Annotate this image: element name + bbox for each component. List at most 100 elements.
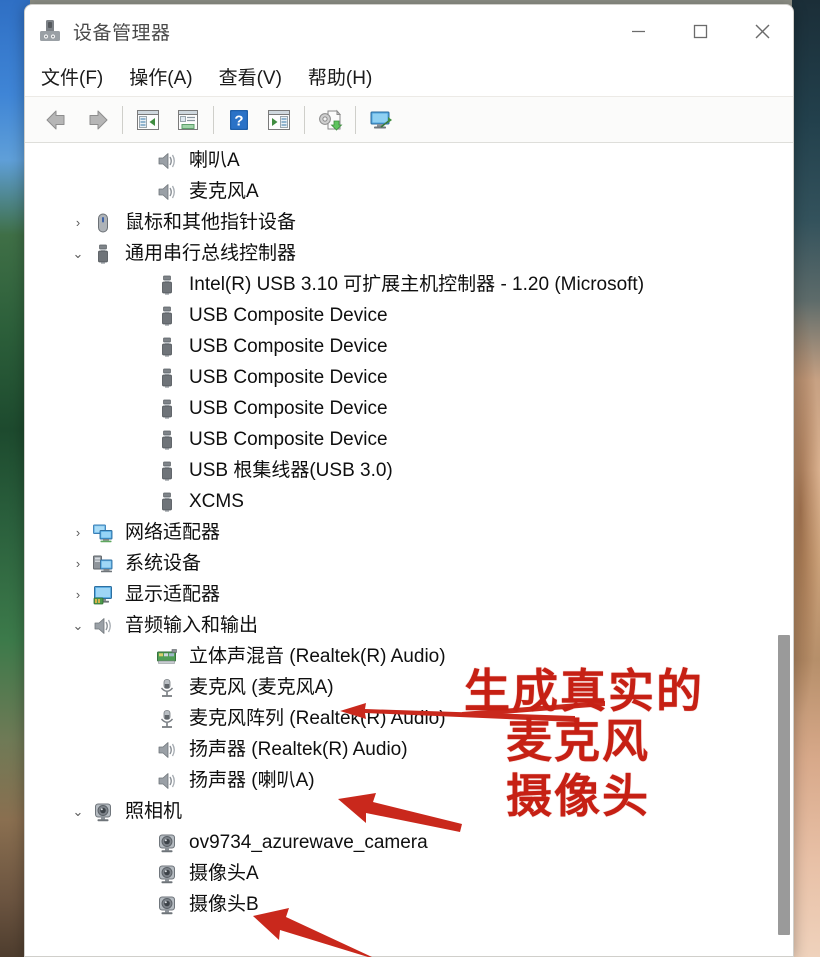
forward-arrow-icon[interactable]	[77, 101, 117, 139]
chevron-right-icon[interactable]: ›	[65, 556, 91, 571]
usb-icon	[155, 459, 179, 483]
tree-row-label: 通用串行总线控制器	[125, 243, 297, 264]
tree-row[interactable]: ⌄ 通用串行总线控制器	[25, 238, 775, 269]
tree-row[interactable]: 立体声混音 (Realtek(R) Audio)	[25, 641, 775, 672]
menu-file[interactable]: 文件(F)	[41, 61, 116, 92]
menu-action[interactable]: 操作(A)	[129, 61, 205, 92]
usb-icon	[155, 428, 179, 452]
usb-icon	[155, 490, 179, 514]
tree-row[interactable]: XCMS	[25, 486, 775, 517]
show-hide-console-tree-icon[interactable]	[128, 101, 168, 139]
chevron-down-icon[interactable]: ⌄	[65, 804, 91, 820]
help-icon[interactable]: ?	[219, 101, 259, 139]
mouse-icon	[91, 211, 115, 235]
tree-row[interactable]: ⌄ 音频输入和输出	[25, 610, 775, 641]
close-button[interactable]	[731, 5, 793, 57]
chevron-right-icon[interactable]: ›	[65, 215, 91, 230]
display-adapter-icon	[91, 583, 115, 607]
tree-row-label: 立体声混音 (Realtek(R) Audio)	[189, 646, 446, 667]
toolbar: ?	[25, 97, 793, 143]
tree-row-label: 麦克风A	[189, 181, 259, 202]
microphone-icon	[155, 707, 179, 731]
desktop: 设备管理器 文件(F) 操作(A) 查看(V) 帮助(H) ? 喇叭A 麦克风A…	[0, 0, 820, 957]
speaker-icon	[155, 180, 179, 204]
usb-icon	[155, 397, 179, 421]
tree-row-label: 摄像头B	[189, 894, 259, 915]
show-hide-action-pane-icon[interactable]	[259, 101, 299, 139]
tree-row[interactable]: 麦克风A	[25, 176, 775, 207]
camera-icon	[91, 800, 115, 824]
toolbar-separator	[213, 105, 214, 134]
tree-row[interactable]: 麦克风 (麦克风A)	[25, 672, 775, 703]
tree-row-label: 系统设备	[125, 553, 202, 574]
usb-icon	[155, 273, 179, 297]
device-manager-icon	[37, 18, 63, 44]
tree-row[interactable]: ⌄ 照相机	[25, 796, 775, 827]
tree-row[interactable]: USB Composite Device	[25, 362, 775, 393]
tree-row-label: USB Composite Device	[189, 398, 388, 419]
maximize-button[interactable]	[669, 5, 731, 57]
scrollbar-thumb[interactable]	[778, 635, 790, 935]
tree-row-label: 网络适配器	[125, 522, 221, 543]
tree-row[interactable]: › 系统设备	[25, 548, 775, 579]
tree-row-label: 鼠标和其他指针设备	[125, 212, 297, 233]
vertical-scrollbar[interactable]	[775, 143, 793, 956]
svg-text:?: ?	[234, 112, 243, 129]
menubar: 文件(F) 操作(A) 查看(V) 帮助(H)	[25, 57, 793, 97]
titlebar[interactable]: 设备管理器	[25, 5, 793, 57]
tree-row-label: 麦克风 (麦克风A)	[189, 677, 334, 698]
tree-row[interactable]: › 显示适配器	[25, 579, 775, 610]
usb-icon	[155, 335, 179, 359]
camera-icon	[155, 831, 179, 855]
tree-row[interactable]: › 网络适配器	[25, 517, 775, 548]
tree-row[interactable]: USB 根集线器(USB 3.0)	[25, 455, 775, 486]
camera-icon	[155, 893, 179, 917]
tree-row-label: 喇叭A	[189, 150, 240, 171]
back-arrow-icon[interactable]	[37, 101, 77, 139]
tree-row[interactable]: USB Composite Device	[25, 424, 775, 455]
speaker-icon	[155, 149, 179, 173]
tree-row[interactable]: 扬声器 (Realtek(R) Audio)	[25, 734, 775, 765]
window-controls	[607, 5, 793, 57]
network-adapter-icon	[91, 521, 115, 545]
window-title: 设备管理器	[73, 22, 171, 44]
chevron-down-icon[interactable]: ⌄	[65, 246, 91, 262]
tree-row[interactable]: 扬声器 (喇叭A)	[25, 765, 775, 796]
tree-row-label: USB Composite Device	[189, 305, 388, 326]
tree-row-label: 摄像头A	[189, 863, 259, 884]
tree-row-label: Intel(R) USB 3.10 可扩展主机控制器 - 1.20 (Micro…	[189, 274, 645, 295]
tree-row[interactable]: USB Composite Device	[25, 300, 775, 331]
properties-icon[interactable]	[168, 101, 208, 139]
scan-hardware-changes-icon[interactable]	[361, 101, 401, 139]
tree-row[interactable]: Intel(R) USB 3.10 可扩展主机控制器 - 1.20 (Micro…	[25, 269, 775, 300]
tree-row-label: 扬声器 (Realtek(R) Audio)	[189, 739, 408, 760]
usb-icon	[91, 242, 115, 266]
toolbar-separator	[304, 105, 305, 134]
tree-row-label: 麦克风阵列 (Realtek(R) Audio)	[189, 708, 446, 729]
update-driver-icon[interactable]	[310, 101, 350, 139]
chevron-right-icon[interactable]: ›	[65, 525, 91, 540]
tree-row-label: ov9734_azurewave_camera	[189, 832, 428, 853]
tree-row-label: 显示适配器	[125, 584, 221, 605]
tree-row[interactable]: ov9734_azurewave_camera	[25, 827, 775, 858]
tree-row[interactable]: USB Composite Device	[25, 331, 775, 362]
tree-row[interactable]: 摄像头B	[25, 889, 775, 920]
usb-icon	[155, 366, 179, 390]
speaker-icon	[155, 769, 179, 793]
device-tree[interactable]: 喇叭A 麦克风A › 鼠标和其他指针设备 ⌄ 通用串行总线控制器 Intel(R) USB …	[25, 143, 775, 956]
chevron-right-icon[interactable]: ›	[65, 587, 91, 602]
tree-row-label: 音频输入和输出	[125, 615, 259, 636]
tree-row[interactable]: › 鼠标和其他指针设备	[25, 207, 775, 238]
minimize-button[interactable]	[607, 5, 669, 57]
speaker-icon	[155, 738, 179, 762]
chevron-down-icon[interactable]: ⌄	[65, 618, 91, 634]
tree-row-label: USB Composite Device	[189, 367, 388, 388]
tree-row[interactable]: 麦克风阵列 (Realtek(R) Audio)	[25, 703, 775, 734]
tree-row[interactable]: USB Composite Device	[25, 393, 775, 424]
tree-row[interactable]: 喇叭A	[25, 145, 775, 176]
menu-view[interactable]: 查看(V)	[219, 61, 295, 92]
tree-row-label: 扬声器 (喇叭A)	[189, 770, 315, 791]
device-manager-window: 设备管理器 文件(F) 操作(A) 查看(V) 帮助(H) ? 喇叭A 麦克风A…	[24, 4, 794, 957]
menu-help[interactable]: 帮助(H)	[308, 61, 385, 92]
tree-row[interactable]: 摄像头A	[25, 858, 775, 889]
